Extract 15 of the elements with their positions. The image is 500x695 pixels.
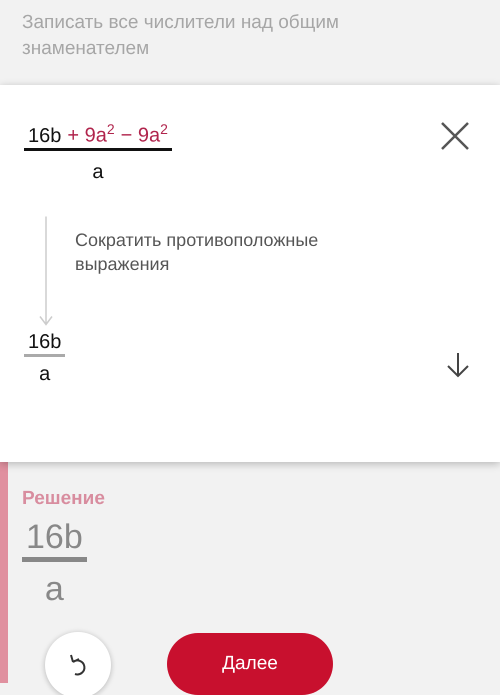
numerator-term: 16b	[26, 518, 83, 557]
denominator: a	[44, 570, 64, 608]
denominator: a	[39, 362, 50, 385]
section-title: Решение	[22, 488, 105, 510]
step-description: Записать все числители над общим знаменателем	[22, 12, 339, 59]
close-icon[interactable]	[440, 121, 470, 151]
numerator-term: + 9a$^{2}$	[67, 121, 115, 148]
undo-icon	[68, 653, 88, 677]
step-explanation: Сократить противоположные выражения	[75, 228, 320, 276]
numerator-term: 16b	[28, 330, 62, 354]
next-button[interactable]: Далее	[167, 633, 333, 695]
numerator-term: 16b	[28, 124, 62, 148]
down-arrow-icon[interactable]	[446, 352, 470, 378]
denominator: a	[92, 160, 104, 183]
numerator-term: − 9a$^{2}$	[120, 121, 168, 148]
